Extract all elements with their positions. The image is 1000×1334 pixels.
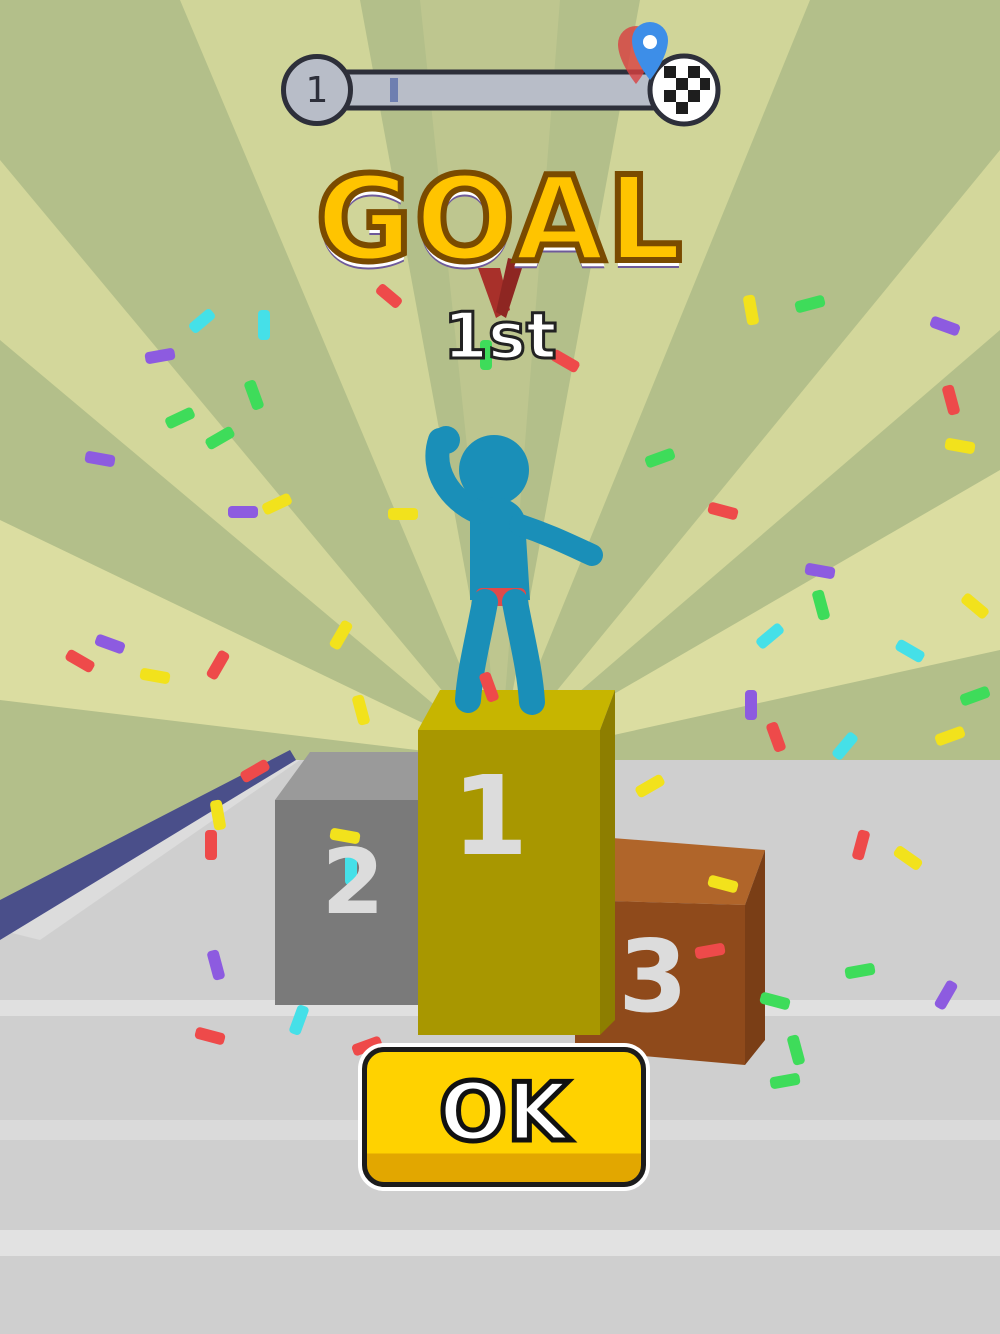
podium-number-third: 3 [618, 918, 688, 1035]
ok-button[interactable]: OK [362, 1047, 646, 1187]
podium-number-first: 1 [451, 752, 529, 880]
level-number: 1 [305, 69, 329, 111]
checkered-flag-icon [647, 53, 721, 127]
rank-text: 1st [442, 299, 558, 376]
goal-title: GOAL [313, 147, 686, 291]
level-number-badge: 1 [281, 54, 353, 126]
podium-number-second: 2 [321, 830, 385, 935]
ok-button-label: OK [437, 1063, 572, 1161]
